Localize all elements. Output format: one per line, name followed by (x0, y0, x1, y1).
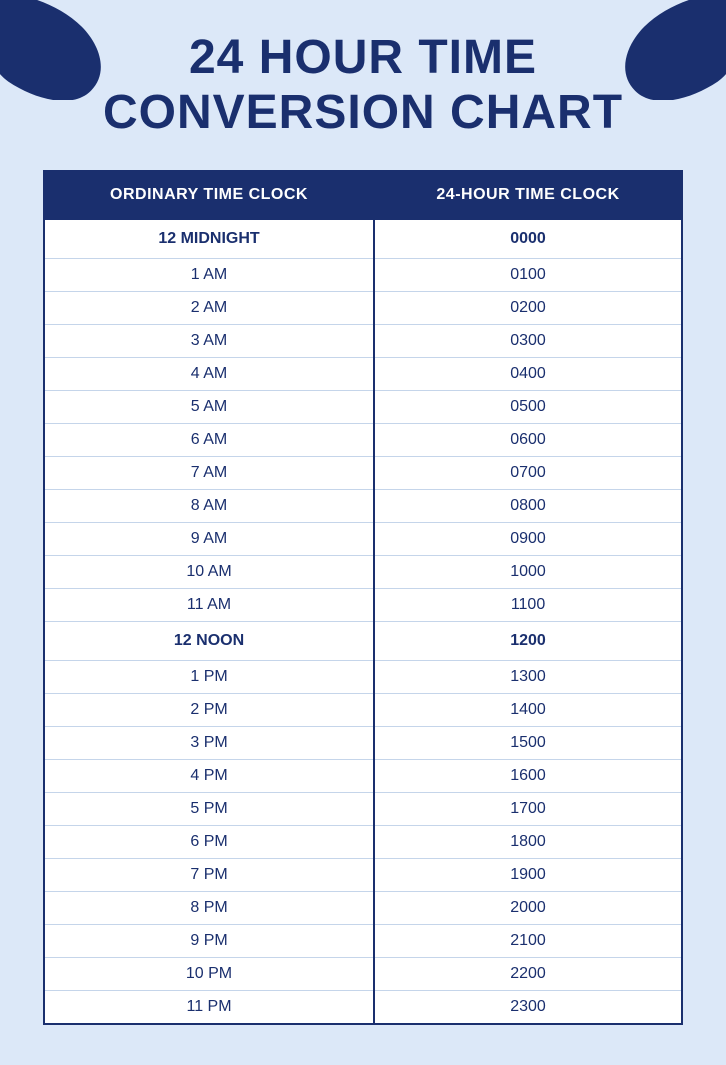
ordinary-time-cell: 5 PM (44, 793, 374, 826)
col-header-ordinary: ORDINARY TIME CLOCK (44, 171, 374, 219)
table-row: 5 AM0500 (44, 391, 682, 424)
table-row: 10 PM2200 (44, 958, 682, 991)
table-row: 9 AM0900 (44, 523, 682, 556)
military-time-cell: 1500 (374, 727, 682, 760)
ordinary-time-cell: 9 AM (44, 523, 374, 556)
ordinary-time-cell: 2 AM (44, 292, 374, 325)
military-time-cell: 0600 (374, 424, 682, 457)
military-time-cell: 1300 (374, 661, 682, 694)
ordinary-time-cell: 12 NOON (44, 622, 374, 661)
table-row: 12 NOON1200 (44, 622, 682, 661)
table-row: 1 AM0100 (44, 259, 682, 292)
military-time-cell: 0000 (374, 219, 682, 259)
ordinary-time-cell: 3 PM (44, 727, 374, 760)
title-line2: CONVERSION CHART (103, 86, 623, 139)
table-row: 2 PM1400 (44, 694, 682, 727)
military-time-cell: 1800 (374, 826, 682, 859)
table-row: 1 PM1300 (44, 661, 682, 694)
table-row: 3 PM1500 (44, 727, 682, 760)
ordinary-time-cell: 1 PM (44, 661, 374, 694)
ordinary-time-cell: 10 AM (44, 556, 374, 589)
military-time-cell: 1900 (374, 859, 682, 892)
military-time-cell: 1100 (374, 589, 682, 622)
military-time-cell: 1600 (374, 760, 682, 793)
ordinary-time-cell: 8 AM (44, 490, 374, 523)
table-header-row: ORDINARY TIME CLOCK 24-HOUR TIME CLOCK (44, 171, 682, 219)
ordinary-time-cell: 8 PM (44, 892, 374, 925)
col-header-military: 24-HOUR TIME CLOCK (374, 171, 682, 219)
table-row: 11 PM2300 (44, 991, 682, 1025)
ordinary-time-cell: 2 PM (44, 694, 374, 727)
table-row: 11 AM1100 (44, 589, 682, 622)
table-row: 6 AM0600 (44, 424, 682, 457)
table-row: 9 PM2100 (44, 925, 682, 958)
ordinary-time-cell: 9 PM (44, 925, 374, 958)
military-time-cell: 1700 (374, 793, 682, 826)
table-row: 7 AM0700 (44, 457, 682, 490)
table-row: 6 PM1800 (44, 826, 682, 859)
military-time-cell: 1000 (374, 556, 682, 589)
title-line1: 24 HOUR TIME (189, 31, 537, 84)
ordinary-time-cell: 7 PM (44, 859, 374, 892)
table-row: 10 AM1000 (44, 556, 682, 589)
conversion-table: ORDINARY TIME CLOCK 24-HOUR TIME CLOCK 1… (43, 170, 683, 1025)
ordinary-time-cell: 12 MIDNIGHT (44, 219, 374, 259)
ordinary-time-cell: 10 PM (44, 958, 374, 991)
ordinary-time-cell: 3 AM (44, 325, 374, 358)
table-row: 8 PM2000 (44, 892, 682, 925)
military-time-cell: 2000 (374, 892, 682, 925)
ordinary-time-cell: 7 AM (44, 457, 374, 490)
military-time-cell: 2100 (374, 925, 682, 958)
military-time-cell: 0200 (374, 292, 682, 325)
military-time-cell: 0500 (374, 391, 682, 424)
military-time-cell: 1400 (374, 694, 682, 727)
ordinary-time-cell: 6 AM (44, 424, 374, 457)
military-time-cell: 0800 (374, 490, 682, 523)
table-row: 3 AM0300 (44, 325, 682, 358)
ordinary-time-cell: 11 AM (44, 589, 374, 622)
military-time-cell: 0700 (374, 457, 682, 490)
ordinary-time-cell: 4 PM (44, 760, 374, 793)
table-row: 5 PM1700 (44, 793, 682, 826)
military-time-cell: 2300 (374, 991, 682, 1025)
table-row: 4 PM1600 (44, 760, 682, 793)
military-time-cell: 0300 (374, 325, 682, 358)
title-section: 24 HOUR TIME CONVERSION CHART (83, 20, 643, 160)
military-time-cell: 1200 (374, 622, 682, 661)
page-title: 24 HOUR TIME CONVERSION CHART (103, 30, 623, 140)
ordinary-time-cell: 6 PM (44, 826, 374, 859)
ordinary-time-cell: 5 AM (44, 391, 374, 424)
military-time-cell: 0900 (374, 523, 682, 556)
military-time-cell: 0100 (374, 259, 682, 292)
table-row: 2 AM0200 (44, 292, 682, 325)
ordinary-time-cell: 4 AM (44, 358, 374, 391)
page-container: 24 HOUR TIME CONVERSION CHART ORDINARY T… (0, 0, 726, 1065)
ordinary-time-cell: 11 PM (44, 991, 374, 1025)
table-row: 7 PM1900 (44, 859, 682, 892)
military-time-cell: 2200 (374, 958, 682, 991)
table-row: 12 MIDNIGHT0000 (44, 219, 682, 259)
table-row: 8 AM0800 (44, 490, 682, 523)
ordinary-time-cell: 1 AM (44, 259, 374, 292)
table-row: 4 AM0400 (44, 358, 682, 391)
military-time-cell: 0400 (374, 358, 682, 391)
